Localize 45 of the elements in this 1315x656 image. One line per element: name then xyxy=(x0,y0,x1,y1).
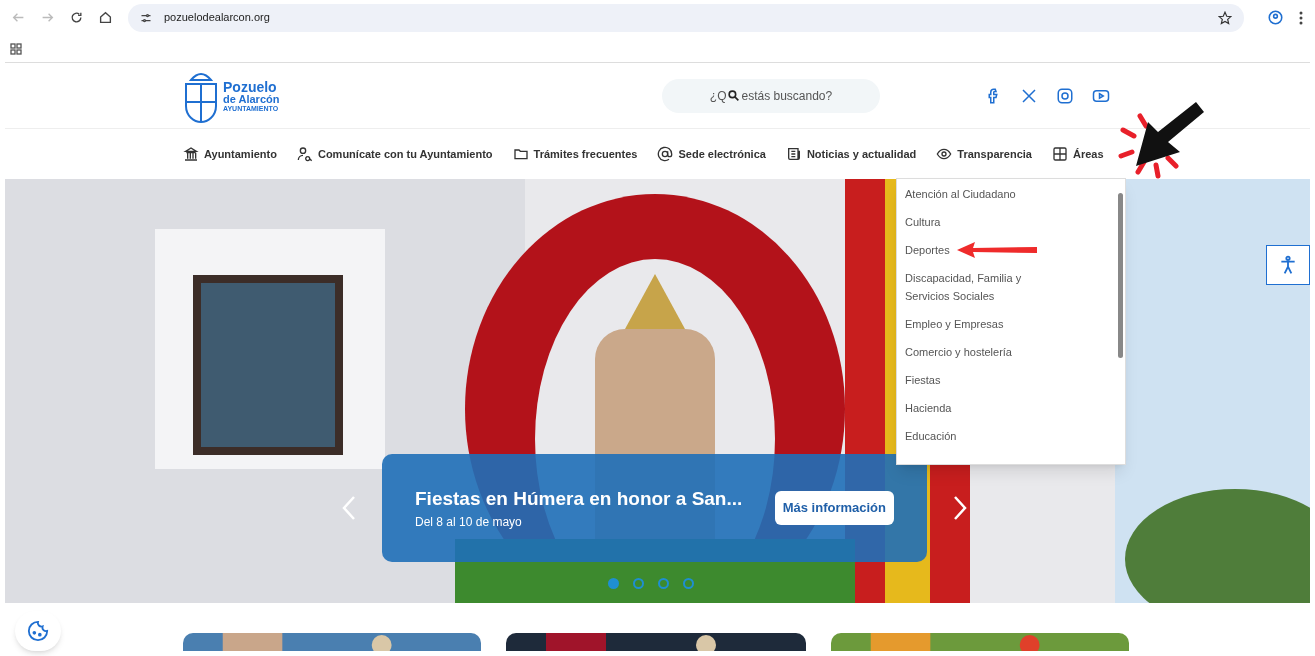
nav-link[interactable]: Ayuntamiento xyxy=(183,145,277,163)
accessibility-button[interactable] xyxy=(1266,245,1310,285)
cookie-icon xyxy=(27,620,49,642)
reload-icon[interactable] xyxy=(70,11,83,24)
building-icon xyxy=(183,146,199,162)
site-settings-icon[interactable] xyxy=(140,11,152,24)
nav-link[interactable]: Comunícate con tu Ayuntamiento xyxy=(296,145,493,163)
eye-icon xyxy=(936,146,953,162)
address-bar[interactable]: pozuelodealarcon.org xyxy=(128,3,1244,32)
person-search-icon xyxy=(296,146,313,162)
dropdown-item[interactable]: Empleo y Empresas xyxy=(905,315,1055,333)
home-icon[interactable] xyxy=(99,11,112,24)
url-text: pozuelodealarcon.org xyxy=(164,10,270,26)
instagram-icon[interactable] xyxy=(1056,86,1074,105)
accessibility-icon xyxy=(1278,255,1298,275)
logo-subname: de Alarcón xyxy=(223,93,280,105)
dropdown-item[interactable]: Discapacidad, Familia y Servicios Sociales xyxy=(905,269,1055,305)
nav-link[interactable]: Sede electrónica xyxy=(657,145,766,163)
dropdown-item[interactable]: Educación xyxy=(905,427,1055,445)
nav-link[interactable]: Transparencia xyxy=(936,145,1032,163)
hero-title: Fiestas en Húmera en honor a San... xyxy=(415,486,744,511)
more-info-button[interactable]: Más información xyxy=(774,491,894,525)
search-field[interactable]: ¿Q estás buscando? xyxy=(662,78,880,113)
at-icon xyxy=(657,146,674,162)
search-icon xyxy=(727,89,741,102)
dropdown-item[interactable]: Deportes xyxy=(905,241,1055,259)
hero-subtitle: Del 8 al 10 de mayo xyxy=(415,514,523,532)
dropdown-item[interactable]: Hacienda xyxy=(905,399,1055,417)
profile-icon[interactable] xyxy=(1268,10,1283,25)
x-logo-icon[interactable] xyxy=(1020,86,1038,105)
folder-icon xyxy=(512,146,529,162)
dropdown-item[interactable]: Comercio y hostelería xyxy=(905,343,1055,361)
logo-name: Pozuelo xyxy=(223,79,278,94)
nav-link[interactable]: Áreas xyxy=(1051,145,1104,163)
dropdown-item[interactable]: Cultura xyxy=(905,213,1055,231)
nav-link[interactable]: Trámites frecuentes xyxy=(512,145,638,163)
nav-link[interactable]: Noticias y actualidad xyxy=(785,145,917,163)
apps-icon[interactable] xyxy=(10,42,22,55)
dropdown-item[interactable]: Atención al Ciudadano xyxy=(905,185,1055,203)
cookie-button[interactable] xyxy=(15,611,61,651)
star-icon[interactable] xyxy=(1218,10,1232,25)
dropdown-item[interactable]: Fiestas xyxy=(905,371,1055,389)
grid-icon xyxy=(1051,146,1068,162)
menu-icon[interactable] xyxy=(1299,10,1303,25)
newspaper-icon xyxy=(785,146,802,162)
